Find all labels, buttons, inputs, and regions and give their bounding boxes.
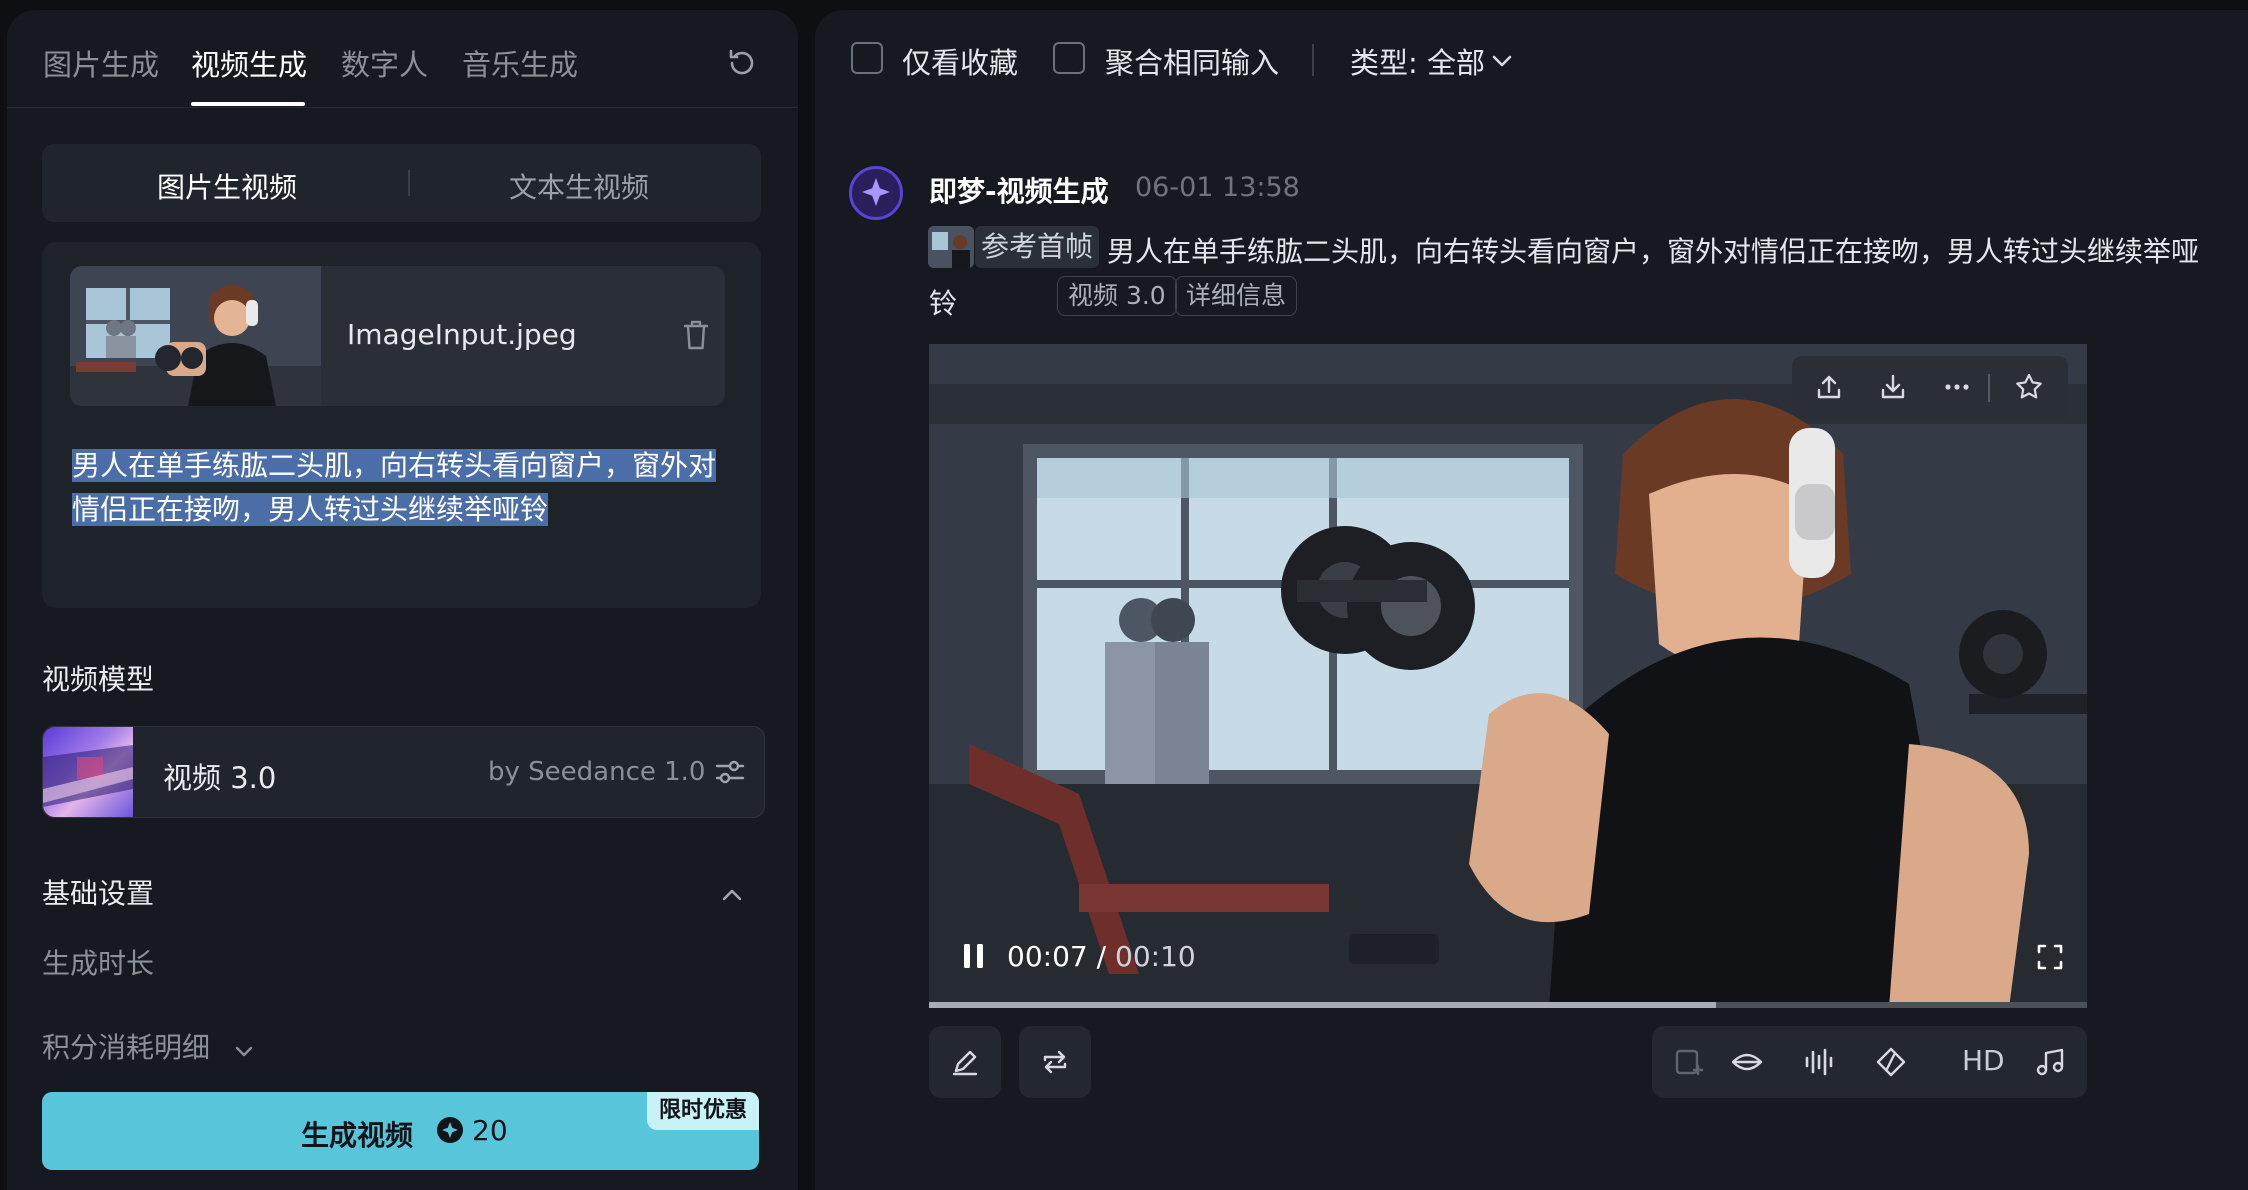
sender-name: 即梦-视频生成: [929, 175, 1109, 208]
video-frame: [929, 344, 2087, 1008]
lip-sync-icon[interactable]: [1730, 1046, 1764, 1078]
video-model-heading: 视频模型: [42, 663, 155, 696]
duration-label: 生成时长: [42, 947, 155, 980]
video-current-time: 00:07 /: [1007, 940, 1107, 973]
chevron-down-icon[interactable]: [233, 1040, 255, 1062]
pencil-icon: [952, 1050, 978, 1076]
toggle-image-to-video[interactable]: 图片生视频: [157, 166, 297, 206]
reference-frame-chip[interactable]: 参考首帧: [975, 226, 1100, 268]
mode-tabs: 图片生成 视频生成 数字人 音乐生成: [7, 10, 798, 108]
delete-icon[interactable]: [681, 318, 711, 352]
tab-video-generation[interactable]: 视频生成: [191, 42, 307, 84]
assistant-avatar: [849, 166, 903, 220]
frame-interpolation-icon[interactable]: [1874, 1046, 1908, 1078]
video-player[interactable]: 00:07 / 00:10: [929, 344, 2087, 1008]
generate-label: 生成视频: [301, 1119, 414, 1152]
filter-divider: [1312, 44, 1314, 76]
prompt-text: 男人在单手练肱二头肌，向右转头看向窗户，窗外对情侣正在接吻，男人转过头继续举哑铃: [72, 449, 717, 526]
refresh-icon[interactable]: [725, 46, 759, 80]
limited-offer-badge: 限时优惠: [647, 1092, 759, 1130]
uploaded-image-thumbnail[interactable]: [70, 266, 321, 406]
basic-settings-heading: 基础设置: [42, 877, 155, 910]
group-same-input-label[interactable]: 聚合相同输入: [1105, 40, 1279, 82]
repeat-icon: [1043, 1050, 1067, 1074]
fullscreen-icon[interactable]: [2035, 942, 2065, 972]
credit-icon: [437, 1117, 463, 1143]
details-tag[interactable]: 详细信息: [1175, 276, 1298, 316]
star-icon[interactable]: [2014, 372, 2044, 402]
edit-button[interactable]: [929, 1026, 1001, 1098]
video-model-selector[interactable]: 视频 3.0 by Seedance 1.0: [42, 726, 765, 818]
generate-video-button[interactable]: 生成视频 20 限时优惠: [42, 1092, 759, 1170]
video-toolbar: [1792, 356, 2068, 418]
music-icon[interactable]: [2034, 1046, 2068, 1078]
time-separator: /: [1096, 940, 1107, 973]
input-card: ImageInput.jpeg 男人在单手练肱二头肌，向右转头看向窗户，窗外对情…: [42, 242, 761, 608]
group-same-input-checkbox[interactable]: [1053, 42, 1085, 74]
toggle-text-to-video[interactable]: 文本生视频: [509, 166, 649, 206]
regenerate-button[interactable]: [1019, 1026, 1091, 1098]
sparkle-icon: [862, 178, 890, 206]
message-timestamp: 06-01 13:58: [1135, 172, 1300, 203]
prompt-input[interactable]: 男人在单手练肱二头肌，向右转头看向窗户，窗外对情侣正在接吻，男人转过头继续举哑铃: [72, 444, 742, 532]
video-total-time: 00:10: [1115, 940, 1196, 973]
reference-frame-thumbnail[interactable]: [928, 226, 974, 268]
video-actions-bar: HD: [1652, 1026, 2087, 1098]
model-settings-icon[interactable]: [713, 755, 747, 789]
toggle-divider: [408, 170, 410, 196]
model-name: 视频 3.0: [163, 761, 277, 795]
hd-upscale-button[interactable]: HD: [1962, 1044, 2005, 1077]
generate-cost: 20: [472, 1114, 508, 1147]
generation-type-toggle: 图片生视频 文本生视频: [42, 144, 761, 222]
points-detail-toggle[interactable]: 积分消耗明细: [42, 1026, 210, 1066]
active-tab-indicator: [191, 102, 305, 106]
left-panel: 图片生成 视频生成 数字人 音乐生成 图片生视频 文本生视频 ImageInpu…: [7, 10, 798, 1190]
model-tag[interactable]: 视频 3.0: [1057, 276, 1177, 316]
tab-digital-human[interactable]: 数字人: [341, 42, 428, 84]
audio-wave-icon[interactable]: [1802, 1046, 1836, 1078]
tab-music-generation[interactable]: 音乐生成: [462, 42, 578, 84]
type-filter-dropdown[interactable]: 类型: 全部: [1350, 40, 1485, 82]
video-progress-fill: [929, 1002, 1717, 1008]
app-root: 图片生成 视频生成 数字人 音乐生成 图片生视频 文本生视频 ImageInpu…: [0, 0, 2248, 1190]
download-icon[interactable]: [1878, 372, 1908, 402]
favorites-only-checkbox[interactable]: [851, 42, 883, 74]
tab-image-generation[interactable]: 图片生成: [43, 42, 159, 84]
model-provider: by Seedance 1.0: [488, 757, 706, 787]
favorites-only-label[interactable]: 仅看收藏: [902, 40, 1018, 82]
right-panel: 仅看收藏 聚合相同输入 类型: 全部 即梦-视频生成 06-01 13:58 男…: [815, 10, 2248, 1190]
toolbar-divider: [1988, 374, 1990, 402]
uploaded-file-name: ImageInput.jpeg: [347, 318, 577, 351]
uploaded-file-chip: ImageInput.jpeg: [70, 266, 725, 406]
chevron-up-icon[interactable]: [719, 882, 745, 908]
share-icon[interactable]: [1814, 372, 1844, 402]
more-icon[interactable]: [1942, 372, 1972, 402]
pause-icon[interactable]: [961, 942, 987, 970]
extend-frame-icon[interactable]: [1672, 1046, 1706, 1078]
chevron-down-icon[interactable]: [1490, 48, 1514, 72]
model-thumbnail: [43, 727, 133, 817]
video-progress-bar[interactable]: [929, 1002, 2087, 1008]
